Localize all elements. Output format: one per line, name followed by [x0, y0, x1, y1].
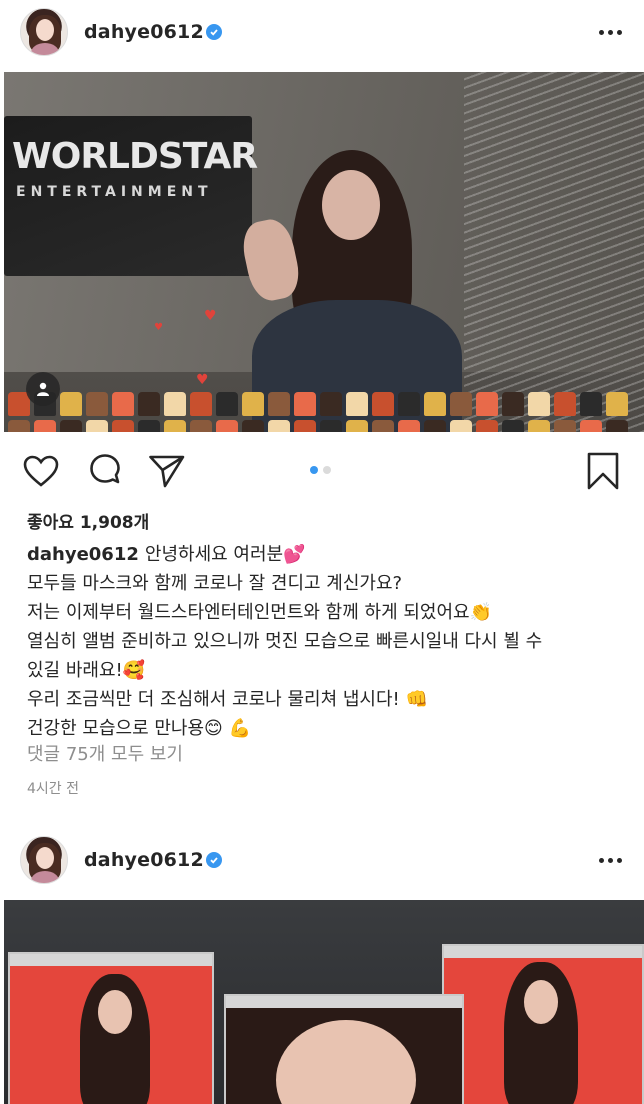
comment-icon[interactable]: [86, 452, 124, 490]
photo-window: [8, 952, 214, 1104]
like-heart-icon[interactable]: [22, 452, 60, 490]
caption-line: 모두들 마스크와 함께 코로나 잘 견디고 계신가요?: [27, 573, 403, 594]
caption-line: dahye0612 안녕하세요 여러분💕: [27, 544, 306, 565]
post-timestamp: 4시간 전: [27, 781, 79, 797]
carousel-dot: [323, 466, 331, 474]
view-all-comments-link[interactable]: 댓글 75개 모두 보기: [27, 740, 183, 766]
avatar[interactable]: [20, 8, 68, 56]
caption: dahye0612 안녕하세요 여러분💕 모두들 마스크와 함께 코로나 잘 견디…: [27, 540, 627, 743]
share-direct-icon[interactable]: [148, 452, 186, 490]
caption-line: 우리 조금씩만 더 조심해서 코로나 물리쳐 냅시다! 👊: [27, 689, 428, 710]
username-link[interactable]: dahye0612: [84, 21, 204, 43]
pixel-crowd: [4, 390, 644, 432]
photo-window: [224, 994, 464, 1104]
post-image[interactable]: WORLDSTAR ENTERTAINMENT ♥ ♥ ♥: [4, 72, 644, 432]
person-figure: [232, 150, 462, 432]
caption-line: 있길 바래요!🥰: [27, 660, 146, 681]
like-count[interactable]: 좋아요 1,908개: [27, 508, 149, 533]
more-options-icon[interactable]: [599, 30, 622, 35]
photo-window: [442, 944, 644, 1104]
post-image[interactable]: [4, 900, 644, 1104]
save-bookmark-icon[interactable]: [584, 452, 622, 490]
caption-username[interactable]: dahye0612: [27, 544, 139, 565]
post-header: dahye0612: [0, 828, 644, 892]
worldstar-sign: WORLDSTAR ENTERTAINMENT: [4, 116, 258, 276]
tagged-user-icon[interactable]: [26, 372, 60, 406]
verified-badge-icon: [206, 852, 222, 868]
caption-line: 저는 이제부터 월드스타엔터테인먼트와 함께 하게 되었어요👏: [27, 602, 493, 623]
more-options-icon[interactable]: [599, 858, 622, 863]
carousel-dot-active: [310, 466, 318, 474]
action-bar: [0, 444, 644, 500]
carousel-indicator: [310, 466, 331, 474]
username-link[interactable]: dahye0612: [84, 849, 204, 871]
verified-badge-icon: [206, 24, 222, 40]
caption-line: 열심히 앨범 준비하고 있으니까 멋진 모습으로 빠른시일내 다시 뵐 수: [27, 631, 543, 652]
post-header: dahye0612: [0, 0, 644, 64]
avatar[interactable]: [20, 836, 68, 884]
caption-line: 건강한 모습으로 만나용😊 💪: [27, 718, 251, 739]
